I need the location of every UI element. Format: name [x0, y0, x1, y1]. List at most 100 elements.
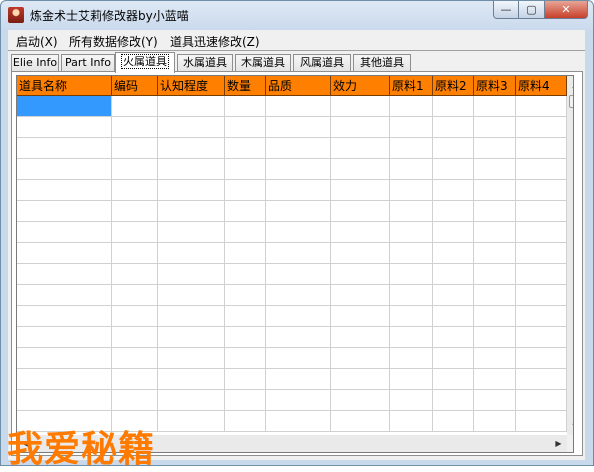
grid-cell[interactable] [112, 348, 158, 369]
grid-cell[interactable] [225, 348, 266, 369]
grid-cell[interactable] [331, 369, 390, 390]
grid-cell[interactable] [390, 327, 433, 348]
grid-cell[interactable] [17, 180, 112, 201]
grid-cell[interactable] [112, 327, 158, 348]
grid-cell[interactable] [433, 138, 474, 159]
grid-cell[interactable] [516, 201, 567, 222]
grid-cell[interactable] [225, 117, 266, 138]
grid-cell[interactable] [266, 348, 331, 369]
grid-cell[interactable] [474, 117, 516, 138]
tab-wood-items[interactable]: 木属道具 [235, 54, 291, 72]
grid-cell[interactable] [433, 117, 474, 138]
grid-cell[interactable] [433, 243, 474, 264]
grid-cell[interactable] [266, 306, 331, 327]
column-header[interactable]: 品质 [266, 76, 331, 96]
grid-cell[interactable] [331, 264, 390, 285]
column-header[interactable]: 道具名称 [17, 76, 112, 96]
scroll-down-button[interactable]: ▼ [567, 418, 573, 435]
grid-cell[interactable] [112, 159, 158, 180]
column-header[interactable]: 原料1 [390, 76, 433, 96]
grid-cell[interactable] [516, 159, 567, 180]
grid-cell[interactable] [225, 390, 266, 411]
grid-cell[interactable] [474, 138, 516, 159]
tab-fire-items[interactable]: 火属道具 [115, 52, 175, 73]
grid-cell[interactable] [225, 201, 266, 222]
grid-cell[interactable] [158, 369, 225, 390]
grid-cell[interactable] [225, 180, 266, 201]
grid-cell[interactable] [331, 222, 390, 243]
grid-cell[interactable] [158, 96, 225, 117]
grid-cell[interactable] [474, 222, 516, 243]
grid-cell[interactable] [516, 348, 567, 369]
tab-other-items[interactable]: 其他道具 [353, 54, 411, 72]
grid-cell[interactable] [331, 285, 390, 306]
menu-all-data-edit[interactable]: 所有数据修改(Y) [69, 33, 158, 50]
grid-cell[interactable] [331, 390, 390, 411]
grid-cell[interactable] [225, 306, 266, 327]
grid-cell[interactable] [331, 159, 390, 180]
grid-cell[interactable] [433, 411, 474, 432]
grid-cell[interactable] [112, 138, 158, 159]
column-header[interactable]: 原料2 [433, 76, 474, 96]
grid-cell[interactable] [158, 117, 225, 138]
column-header[interactable]: 原料4 [516, 76, 567, 96]
grid-cell[interactable] [266, 180, 331, 201]
grid-cell[interactable] [390, 201, 433, 222]
grid-cell[interactable] [225, 138, 266, 159]
grid-cell[interactable] [158, 138, 225, 159]
column-header[interactable]: 效力 [331, 76, 390, 96]
grid-cell[interactable] [112, 201, 158, 222]
tab-water-items[interactable]: 水属道具 [177, 54, 233, 72]
grid-cell[interactable] [112, 96, 158, 117]
grid-cell[interactable] [158, 348, 225, 369]
grid-cell[interactable] [17, 159, 112, 180]
grid-cell[interactable] [112, 369, 158, 390]
grid-cell[interactable] [158, 180, 225, 201]
grid-cell[interactable] [266, 222, 331, 243]
grid-cell[interactable] [266, 96, 331, 117]
grid-cell[interactable] [112, 390, 158, 411]
grid-cell[interactable] [474, 411, 516, 432]
grid-cell[interactable] [266, 264, 331, 285]
grid-cell[interactable] [390, 264, 433, 285]
grid-cell[interactable] [158, 306, 225, 327]
grid-cell[interactable] [112, 306, 158, 327]
grid-cell[interactable] [433, 348, 474, 369]
grid-cell[interactable] [266, 390, 331, 411]
grid-cell[interactable] [17, 285, 112, 306]
grid-cell[interactable] [331, 117, 390, 138]
grid-cell[interactable] [112, 264, 158, 285]
grid-cell[interactable] [158, 390, 225, 411]
grid-cell[interactable] [390, 306, 433, 327]
grid-cell[interactable] [433, 369, 474, 390]
grid-cell[interactable] [474, 180, 516, 201]
grid-cell[interactable] [516, 390, 567, 411]
grid-cell[interactable] [474, 96, 516, 117]
grid-cell[interactable] [266, 138, 331, 159]
grid-cell[interactable] [390, 96, 433, 117]
grid-cell[interactable] [433, 390, 474, 411]
grid-cell[interactable] [266, 159, 331, 180]
grid-cell[interactable] [158, 411, 225, 432]
grid-cell[interactable] [474, 285, 516, 306]
grid-cell[interactable] [225, 222, 266, 243]
grid-cell[interactable] [474, 369, 516, 390]
grid-cell[interactable] [266, 411, 331, 432]
grid-cell[interactable] [17, 138, 112, 159]
grid-cell[interactable] [17, 243, 112, 264]
vertical-scrollbar[interactable]: ▲ ▼ [567, 76, 573, 452]
grid-cell[interactable] [331, 306, 390, 327]
grid-cell[interactable] [516, 117, 567, 138]
grid-cell[interactable] [474, 348, 516, 369]
grid-cell[interactable] [17, 390, 112, 411]
grid-cell[interactable] [266, 117, 331, 138]
grid-cell[interactable] [433, 222, 474, 243]
grid-cell[interactable] [266, 369, 331, 390]
grid-cell[interactable] [516, 180, 567, 201]
grid-cell[interactable] [17, 117, 112, 138]
grid-cell[interactable] [516, 411, 567, 432]
grid-cell[interactable] [225, 159, 266, 180]
grid-cell[interactable] [390, 411, 433, 432]
grid-cell[interactable] [433, 159, 474, 180]
grid-cell[interactable] [112, 285, 158, 306]
